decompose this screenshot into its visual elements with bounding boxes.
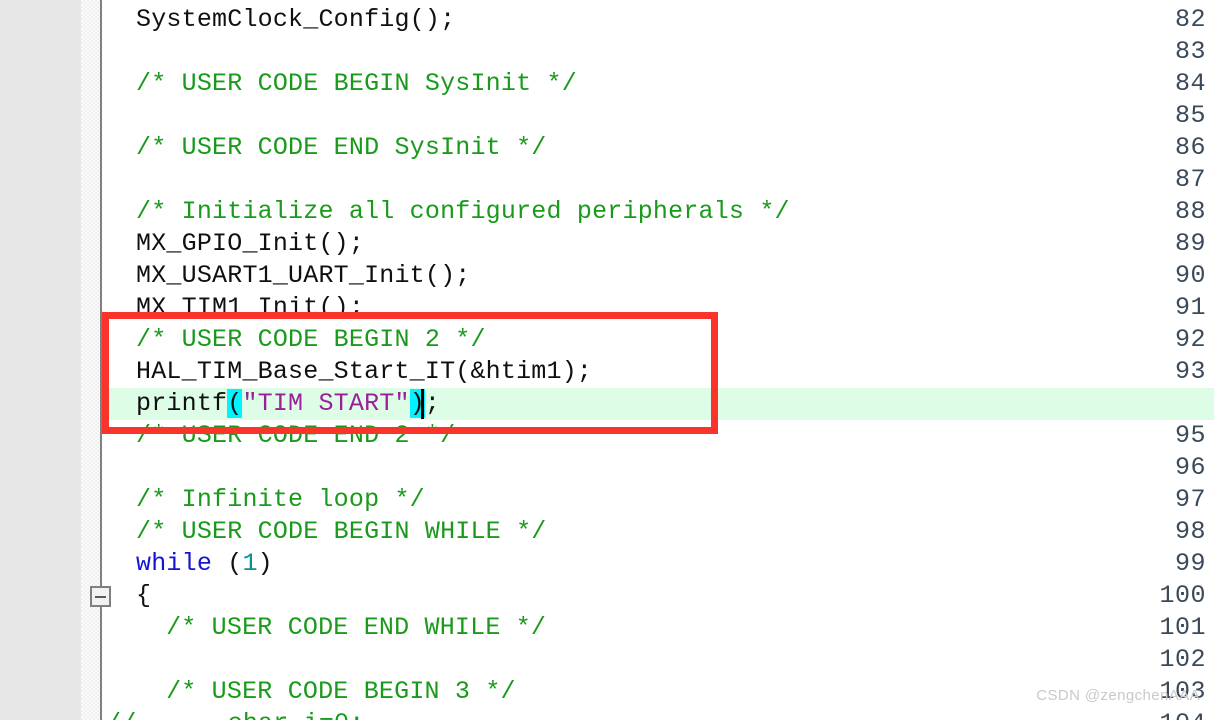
watermark-text: CSDN @zengchenAAA [1036,687,1200,704]
string-token: "TIM START" [242,389,410,418]
code-line-101[interactable]: /* USER CODE END WHILE */ [166,612,546,644]
comment-token: // char i=0; [106,709,364,720]
comment-token: /* USER CODE END WHILE */ [166,613,547,642]
code-line-90[interactable]: MX_USART1_UART_Init(); [136,260,470,292]
plain-token: ; [424,389,441,418]
code-line-98[interactable]: /* USER CODE BEGIN WHILE */ [136,516,546,548]
code-line-100[interactable]: { [136,580,151,612]
code-line-86[interactable]: /* USER CODE END SysInit */ [136,132,546,164]
comment-token: /* USER CODE BEGIN SysInit */ [136,69,577,98]
code-line-99[interactable]: while (1) [136,548,273,580]
code-line-82[interactable]: SystemClock_Config(); [136,4,455,36]
text-caret [421,389,425,419]
matching-bracket-token: ( [227,389,243,418]
code-line-103[interactable]: /* USER CODE BEGIN 3 */ [166,676,516,708]
comment-token: /* USER CODE BEGIN WHILE */ [136,517,547,546]
keyword-token: while [136,549,213,578]
plain-token: ( [212,549,243,578]
code-text-area[interactable]: SystemClock_Config(); /* USER CODE BEGIN … [0,0,1214,720]
comment-token: /* USER CODE END SysInit */ [136,133,547,162]
code-line-97[interactable]: /* Infinite loop */ [136,484,425,516]
comment-token: /* USER CODE BEGIN 2 */ [136,325,486,354]
code-line-91[interactable]: MX_TIM1_Init(); [136,292,364,324]
plain-token: printf [136,389,228,418]
code-line-104[interactable]: // char i=0; [106,708,364,720]
code-editor[interactable]: 8283848586878889909192939495969798991001… [0,0,1214,720]
fold-minus-icon[interactable] [90,586,111,607]
plain-token: MX_USART1_UART_Init(); [136,261,471,290]
plain-token: MX_GPIO_Init(); [136,229,365,258]
plain-token: { [136,581,152,610]
plain-token: HAL_TIM_Base_Start_IT(&htim1); [136,357,593,386]
plain-token: SystemClock_Config(); [136,5,456,34]
code-line-84[interactable]: /* USER CODE BEGIN SysInit */ [136,68,577,100]
code-line-94[interactable]: printf("TIM START"); [136,388,440,420]
number-token: 1 [242,549,258,578]
comment-token: /* Infinite loop */ [136,485,425,514]
code-line-88[interactable]: /* Initialize all configured peripherals… [136,196,790,228]
code-line-93[interactable]: HAL_TIM_Base_Start_IT(&htim1); [136,356,592,388]
comment-token: /* USER CODE BEGIN 3 */ [166,677,516,706]
plain-token: ) [257,549,273,578]
code-line-89[interactable]: MX_GPIO_Init(); [136,228,364,260]
comment-token: /* USER CODE END 2 */ [136,421,456,450]
code-line-95[interactable]: /* USER CODE END 2 */ [136,420,455,452]
comment-token: /* Initialize all configured peripherals… [136,197,790,226]
plain-token: MX_TIM1_Init(); [136,293,365,322]
code-line-92[interactable]: /* USER CODE BEGIN 2 */ [136,324,486,356]
